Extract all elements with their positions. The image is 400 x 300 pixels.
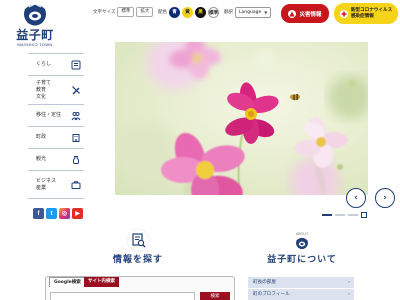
social-links: f t ◎ ▶: [33, 208, 83, 219]
tab-google-search[interactable]: Google検索: [49, 277, 86, 287]
search-section-header: 情報を探す: [108, 228, 168, 265]
search-document-icon: [126, 228, 150, 252]
virus-icon: [339, 9, 348, 18]
hero-slideshow-image: [115, 42, 368, 195]
chevron-right-icon: ›: [348, 292, 350, 297]
nav-item-label: ビジネス 産業: [36, 177, 57, 191]
logo-name: 益子町: [16, 28, 54, 42]
youtube-icon[interactable]: ▶: [72, 208, 83, 219]
about-item-label: 町長の部屋: [253, 280, 276, 285]
nav-item-label: 観光: [36, 156, 47, 162]
chevron-right-icon: ›: [348, 280, 350, 285]
twitter-icon[interactable]: t: [46, 208, 57, 219]
language-controls: 翻訳 Language ▼: [224, 6, 272, 18]
building-icon: [70, 132, 81, 143]
nav-item-label: くらし: [36, 61, 52, 67]
tab-site-search[interactable]: サイト内検索: [84, 277, 119, 287]
about-section-sub: ABOUT: [295, 232, 309, 236]
chevron-down-icon: ▼: [264, 9, 268, 15]
nav-item-childcare[interactable]: 子育て 教育 文化: [28, 75, 84, 104]
nav-item-town-government[interactable]: 町政: [28, 126, 84, 148]
about-item-label: 町のプロフィール: [253, 292, 290, 297]
slider-prev-button[interactable]: ‹: [346, 188, 366, 208]
search-section-title: 情報を探す: [112, 255, 163, 265]
logo-subtitle: MASHIKO TOWN: [17, 42, 53, 47]
translate-label: 翻訳: [224, 10, 233, 15]
nav-item-tourism[interactable]: 観光: [28, 148, 84, 170]
nav-item-label: 町政: [36, 134, 47, 140]
about-links: 町長の部屋 › 町のプロフィール ›: [248, 277, 354, 300]
font-large-button[interactable]: 拡大: [136, 7, 154, 17]
pencil-icon: [70, 85, 81, 96]
color-controls: 配色 青 黄 黒 標準: [158, 6, 221, 18]
search-input[interactable]: [50, 292, 195, 300]
about-section-title: 益子町について: [267, 255, 337, 265]
about-item-profile[interactable]: 町のプロフィール ›: [248, 289, 354, 300]
font-size-controls: 文字サイズ 標準 拡大: [93, 6, 155, 18]
language-select[interactable]: Language ▼: [235, 6, 272, 18]
pot-icon: [70, 154, 81, 165]
chevron-left-icon: ‹: [354, 193, 358, 203]
slider-dot[interactable]: [335, 214, 345, 216]
nav-item-migration[interactable]: 移住・定住: [28, 104, 84, 126]
disaster-info-label: 災害情報: [299, 11, 322, 18]
nav-item-label: 移住・定住: [36, 112, 62, 118]
mashiko-emblem-icon: [24, 3, 46, 26]
covid-info-button[interactable]: 新型コロナウイルス 感染症情報: [334, 3, 398, 24]
briefcase-icon: [70, 179, 81, 190]
color-label: 配色: [158, 10, 167, 15]
font-size-label: 文字サイズ: [93, 10, 116, 15]
warning-icon: [288, 9, 297, 18]
nav-item-living[interactable]: くらし: [28, 53, 84, 75]
color-yellow-button[interactable]: 黄: [182, 6, 193, 18]
main-nav: くらし 子育て 教育 文化 移住・定住 町政 観光 ビジネス 産業: [28, 53, 84, 199]
about-item-mayor[interactable]: 町長の部屋 ›: [248, 277, 354, 289]
color-standard-button[interactable]: 標準: [208, 6, 219, 18]
people-icon: [70, 110, 81, 121]
disaster-info-button[interactable]: 災害情報: [281, 4, 329, 23]
mashiko-emblem-icon: [296, 237, 308, 250]
facebook-icon[interactable]: f: [33, 208, 44, 219]
color-black-button[interactable]: 黒: [195, 6, 206, 18]
slider-dot[interactable]: [322, 214, 332, 216]
slider-pagination: [322, 212, 367, 218]
book-icon: [70, 59, 81, 70]
covid-info-label-line2: 感染症情報: [350, 13, 374, 19]
font-standard-button[interactable]: 標準: [117, 7, 135, 17]
nav-item-business[interactable]: ビジネス 産業: [28, 170, 84, 199]
color-blue-button[interactable]: 青: [169, 6, 180, 18]
slider-next-button[interactable]: ›: [375, 188, 395, 208]
about-section-header: ABOUT 益子町について: [262, 232, 342, 265]
cosmos-flower-photo: [115, 42, 368, 195]
instagram-icon[interactable]: ◎: [59, 208, 70, 219]
chevron-right-icon: ›: [383, 193, 387, 203]
slider-pause-icon[interactable]: [361, 212, 367, 218]
covid-info-label-line1: 新型コロナウイルス: [350, 7, 393, 13]
nav-item-label: 子育て 教育 文化: [36, 79, 52, 100]
language-select-label: Language: [239, 9, 262, 15]
search-button[interactable]: 検索: [200, 292, 230, 300]
slider-dot[interactable]: [348, 214, 358, 216]
